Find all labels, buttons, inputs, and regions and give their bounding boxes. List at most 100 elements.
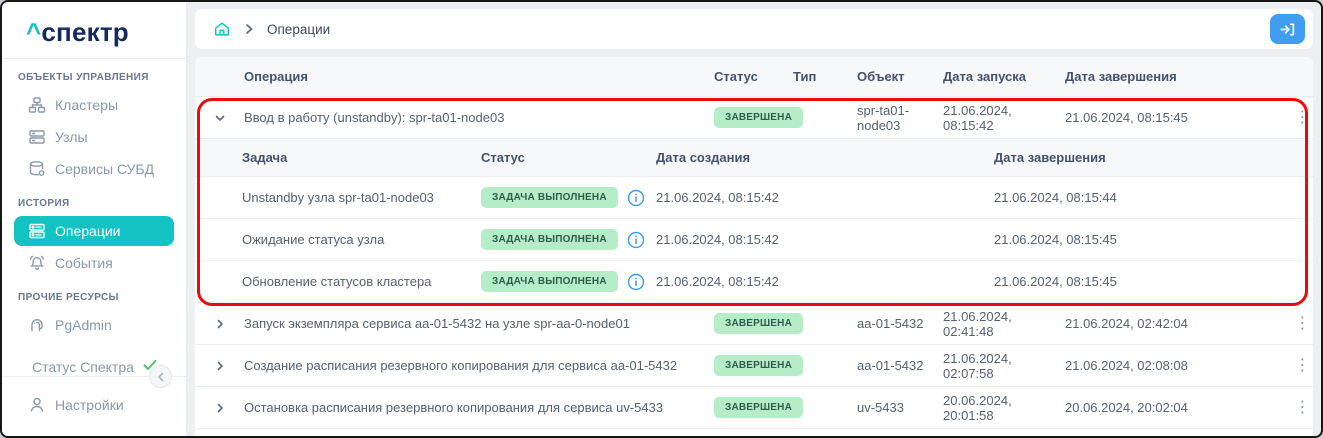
logo-caret: ^ [26, 17, 41, 47]
home-icon[interactable] [213, 20, 231, 38]
task-name: Ожидание статуса узла [242, 232, 481, 247]
status-badge: ЗАВЕРШЕНА [714, 313, 803, 334]
task-name: Unstandby узла spr-ta01-node03 [242, 190, 481, 205]
app-logo: ^спектр [2, 2, 186, 59]
login-icon [1279, 21, 1296, 38]
sidebar-bottom: Настройки [2, 376, 186, 436]
sidebar-item-label: Узлы [55, 129, 88, 145]
finish-date: 21.06.2024, 08:15:45 [1065, 110, 1292, 125]
task-status-badge: ЗАДАЧА ВЫПОЛНЕНА [481, 229, 618, 250]
operation-name: Создание расписания резервного копирован… [244, 358, 714, 373]
operation-name: Ввод в работу (unstandby): spr-ta01-node… [244, 110, 714, 125]
kebab-menu-icon[interactable]: ⋮ [1292, 358, 1313, 374]
sidebar-section-other: ПРОЧИЕ РЕСУРСЫ [18, 292, 186, 303]
col-status: Статус [714, 69, 793, 84]
kebab-menu-icon[interactable]: ⋮ [1292, 316, 1313, 332]
col-object: Объект [857, 69, 943, 84]
start-date: 21.06.2024, 02:41:48 [943, 309, 1065, 339]
chevron-right-icon[interactable] [195, 360, 244, 372]
user-icon [28, 396, 46, 414]
logo-word: спектр [41, 17, 128, 47]
sidebar-section-objects: ОБЪЕКТЫ УПРАВЛЕНИЯ [18, 72, 186, 83]
chevron-right-icon[interactable] [195, 402, 244, 414]
subcol-status: Статус [481, 150, 656, 165]
breadcrumb-current: Операции [267, 22, 330, 37]
operation-name: Остановка расписания резервного копирова… [244, 400, 714, 415]
clusters-icon [28, 96, 46, 114]
table-row[interactable]: Запуск экземпляра сервиса aa-01-5432 на … [195, 303, 1313, 345]
events-icon [28, 254, 46, 272]
main-area: Операции Операция Статус Тип Объект Дата… [187, 2, 1321, 436]
table-row[interactable]: Создание расписания резервного копирован… [195, 345, 1313, 387]
finish-date: 21.06.2024, 02:42:04 [1065, 316, 1292, 331]
finish-date: 21.06.2024, 08:15:44 [994, 190, 1313, 205]
col-operation: Операция [244, 69, 714, 84]
info-icon[interactable] [627, 231, 645, 249]
operation-object: uv-5433 [857, 400, 943, 415]
chevron-right-icon[interactable] [195, 318, 244, 330]
operation-name: Запуск экземпляра сервиса aa-01-5432 на … [244, 316, 714, 331]
operation-object: spr-ta01-node03 [857, 103, 943, 133]
col-finish-date: Дата завершения [1065, 69, 1292, 84]
subtable-row: Unstandby узла spr-ta01-node03 ЗАДАЧА ВЫ… [195, 177, 1313, 219]
status-badge: ЗАВЕРШЕНА [714, 355, 803, 376]
col-start-date: Дата запуска [943, 69, 1065, 84]
created-date: 21.06.2024, 08:15:42 [656, 190, 994, 205]
finish-date: 21.06.2024, 08:15:45 [994, 274, 1313, 289]
sidebar-section-history: ИСТОРИЯ [18, 198, 186, 209]
db-services-icon [28, 160, 46, 178]
table-row[interactable]: Остановка расписания резервного копирова… [195, 387, 1313, 429]
finish-date: 21.06.2024, 02:08:08 [1065, 358, 1292, 373]
nodes-icon [28, 128, 46, 146]
operation-object: aa-01-5432 [857, 358, 943, 373]
task-status-badge: ЗАДАЧА ВЫПОЛНЕНА [481, 271, 618, 292]
spektr-status-label: Статус Спектра [32, 359, 134, 375]
sidebar: ^спектр ОБЪЕКТЫ УПРАВЛЕНИЯ Кластеры Узлы… [2, 2, 187, 436]
subtable-row: Ожидание статуса узла ЗАДАЧА ВЫПОЛНЕНА 2… [195, 219, 1313, 261]
sidebar-item-pgadmin[interactable]: PgAdmin [14, 310, 174, 340]
subcol-finished: Дата завершения [994, 150, 1313, 165]
status-badge: ЗАВЕРШЕНА [714, 107, 803, 128]
subcol-created: Дата создания [656, 150, 994, 165]
pgadmin-icon [28, 316, 46, 334]
created-date: 21.06.2024, 08:15:42 [656, 232, 994, 247]
start-date: 21.06.2024, 02:07:58 [943, 351, 1065, 381]
sidebar-collapse-button[interactable] [149, 365, 172, 388]
sidebar-item-db-services[interactable]: Сервисы СУБД [14, 154, 174, 184]
breadcrumb: Операции [195, 9, 1313, 49]
task-name: Обновление статусов кластера [242, 274, 481, 289]
info-icon[interactable] [627, 273, 645, 291]
status-badge: ЗАВЕРШЕНА [714, 397, 803, 418]
finish-date: 21.06.2024, 08:15:45 [994, 232, 1313, 247]
app-window: ^спектр ОБЪЕКТЫ УПРАВЛЕНИЯ Кластеры Узлы… [0, 0, 1323, 438]
kebab-menu-icon[interactable]: ⋮ [1292, 110, 1313, 126]
sidebar-item-settings[interactable]: Настройки [14, 388, 174, 421]
subcol-task: Задача [242, 150, 481, 165]
sidebar-item-label: Кластеры [55, 97, 118, 113]
table-header-row: Операция Статус Тип Объект Дата запуска … [195, 57, 1313, 97]
kebab-menu-icon[interactable]: ⋮ [1292, 400, 1313, 416]
col-type: Тип [793, 69, 857, 84]
operations-icon [28, 222, 46, 240]
login-button[interactable] [1270, 14, 1305, 44]
sidebar-item-clusters[interactable]: Кластеры [14, 90, 174, 120]
sidebar-item-label: PgAdmin [55, 317, 112, 333]
sidebar-item-events[interactable]: События [14, 248, 174, 278]
sidebar-item-nodes[interactable]: Узлы [14, 122, 174, 152]
table-row[interactable]: Ввод в работу (unstandby): spr-ta01-node… [195, 97, 1313, 139]
task-status-badge: ЗАДАЧА ВЫПОЛНЕНА [481, 187, 618, 208]
chevron-right-icon [243, 23, 255, 35]
info-icon[interactable] [627, 189, 645, 207]
start-date: 20.06.2024, 20:01:58 [943, 393, 1065, 423]
sidebar-item-operations[interactable]: Операции [14, 216, 174, 246]
sidebar-item-label: Операции [55, 223, 121, 239]
sidebar-item-label: Сервисы СУБД [55, 161, 154, 177]
operation-object: aa-01-5432 [857, 316, 943, 331]
created-date: 21.06.2024, 08:15:42 [656, 274, 994, 289]
operations-table: Операция Статус Тип Объект Дата запуска … [195, 57, 1313, 436]
start-date: 21.06.2024, 08:15:42 [943, 103, 1065, 133]
sidebar-item-label: События [55, 255, 113, 271]
chevron-down-icon[interactable] [195, 112, 244, 124]
sidebar-item-label: Настройки [55, 397, 124, 413]
subtable-row: Обновление статусов кластера ЗАДАЧА ВЫПО… [195, 261, 1313, 303]
